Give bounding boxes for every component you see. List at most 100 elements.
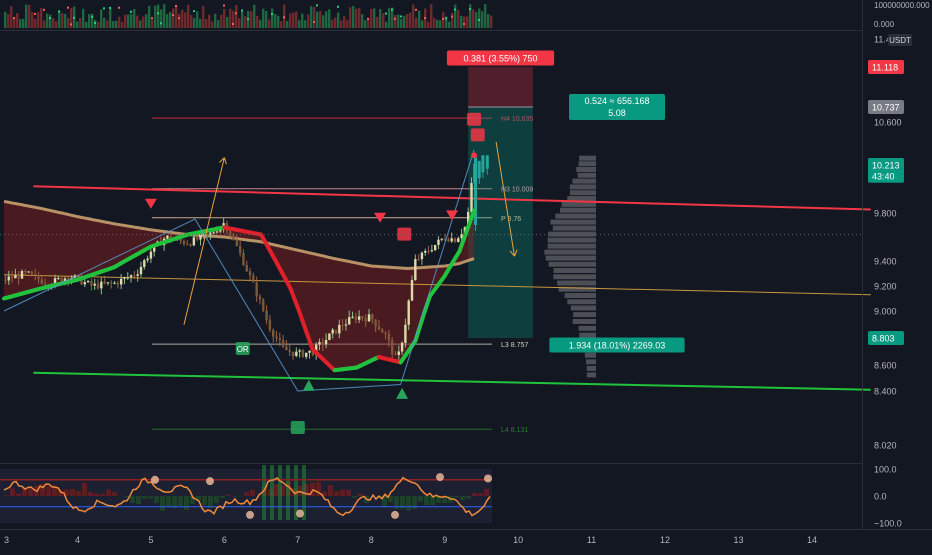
volume-tick: [463, 23, 465, 25]
candle-body: [328, 333, 330, 339]
volume-profile-bar: [578, 173, 596, 178]
candle-body: [259, 296, 261, 299]
candle-body: [209, 233, 211, 235]
oscillator-tick-label-2: −100.0: [874, 519, 902, 529]
volume-bar: [481, 11, 483, 28]
volume-tick: [424, 17, 426, 19]
volume-bar: [100, 9, 102, 28]
volume-bar: [43, 21, 45, 28]
candle-body: [150, 252, 152, 259]
volume-profile-bar: [553, 274, 596, 279]
candle-body: [27, 272, 29, 273]
candle-body: [417, 259, 419, 260]
candle-body: [87, 281, 89, 282]
volume-bar: [61, 13, 63, 28]
volume-bar: [250, 11, 252, 28]
volume-bar: [397, 15, 399, 28]
volume-bar: [106, 21, 108, 28]
price-badge-0: 11.118: [872, 63, 898, 73]
volume-bar: [403, 16, 405, 28]
candle-body: [398, 352, 400, 355]
volume-bar: [394, 15, 396, 28]
volume-bar: [184, 13, 186, 28]
volume-bar: [328, 9, 330, 28]
chart-svg[interactable]: H4 10.635H3 10.009P 9.76L3 8.757L4 8.131…: [0, 0, 932, 550]
volume-tick: [241, 10, 243, 12]
candle-body: [199, 235, 201, 240]
time-tick-label-8: 11: [587, 535, 596, 545]
volume-bar: [4, 12, 6, 28]
volume-bar: [457, 10, 459, 28]
volume-tick: [151, 17, 153, 19]
time-tick-label-2: 5: [148, 535, 153, 545]
candle-body: [441, 239, 443, 240]
price-tick-label-1: 10.600: [874, 118, 902, 128]
volume-bar: [10, 6, 12, 28]
oscillator-histogram-bar: [352, 496, 357, 498]
candle-body: [325, 340, 327, 344]
volume-tick: [43, 9, 45, 11]
time-tick-label-0: 3: [4, 535, 9, 545]
volume-bar: [97, 22, 99, 28]
volume-tick: [385, 13, 387, 15]
position-target-zone[interactable]: [468, 107, 533, 338]
volume-bar: [475, 12, 477, 28]
oscillator-histogram-bar: [76, 491, 81, 496]
position-stop-zone[interactable]: [468, 67, 533, 107]
oscillator-histogram-bar: [472, 493, 477, 496]
oscillator-pane: [0, 465, 495, 523]
oscillator-histogram-bar: [484, 489, 489, 496]
chart[interactable]: H4 10.635H3 10.009P 9.76L3 8.757L4 8.131…: [0, 0, 932, 550]
volume-tick: [316, 4, 318, 6]
volume-bar: [355, 9, 357, 28]
candle-body: [394, 354, 396, 355]
oscillator-histogram-bar: [100, 494, 105, 496]
candle-body: [107, 282, 109, 283]
volume-bar: [166, 14, 168, 28]
volume-bar: [478, 8, 480, 28]
candle-body: [272, 330, 274, 337]
volume-bar: [82, 9, 84, 28]
volume-bar: [265, 11, 267, 28]
candle-body: [481, 155, 484, 172]
time-tick-label-11: 14: [807, 535, 817, 545]
oscillator-histogram-bar: [424, 496, 429, 505]
volume-tick: [103, 7, 105, 9]
candle-body: [486, 155, 489, 169]
candle-body: [57, 278, 59, 279]
volume-bar: [244, 16, 246, 28]
price-tick-label-5: 9.000: [874, 307, 897, 317]
oscillator-histogram-bar: [184, 496, 189, 510]
volume-bar: [133, 9, 135, 28]
volume-bar: [223, 9, 225, 28]
oscillator-tick-label-0: 100.0: [874, 465, 897, 475]
candle-body: [140, 267, 142, 274]
oscillator-histogram-bar: [106, 489, 111, 496]
volume-tick: [94, 22, 96, 24]
volume-profile-bar: [573, 319, 596, 324]
volume-bar: [31, 12, 33, 28]
oscillator-histogram-bar: [94, 494, 99, 496]
volume-bar: [187, 5, 189, 28]
signal-dot: [471, 152, 477, 158]
oscillator-histogram-bar: [418, 496, 423, 502]
volume-tick: [232, 23, 234, 25]
candle-body: [391, 340, 393, 354]
volume-bar: [58, 10, 60, 28]
volume-bar: [151, 20, 153, 28]
volume-bar: [415, 18, 417, 28]
candle-body: [308, 351, 310, 353]
volume-bar: [373, 8, 375, 28]
oscillator-histogram-bar: [70, 489, 75, 496]
position-risk-reward-label: 0.524 ≈ 656.168: [585, 96, 650, 106]
volume-bar: [121, 22, 123, 28]
volume-profile-bar: [550, 220, 596, 225]
candle-body: [338, 325, 340, 334]
candle-body: [265, 311, 267, 320]
oscillator-histogram-bar: [454, 496, 459, 498]
volume-tick: [478, 19, 480, 21]
volume-profile-bar: [572, 179, 596, 184]
candle-body: [358, 316, 360, 319]
time-tick-label-7: 10: [513, 535, 523, 545]
volume-bar: [76, 22, 78, 28]
